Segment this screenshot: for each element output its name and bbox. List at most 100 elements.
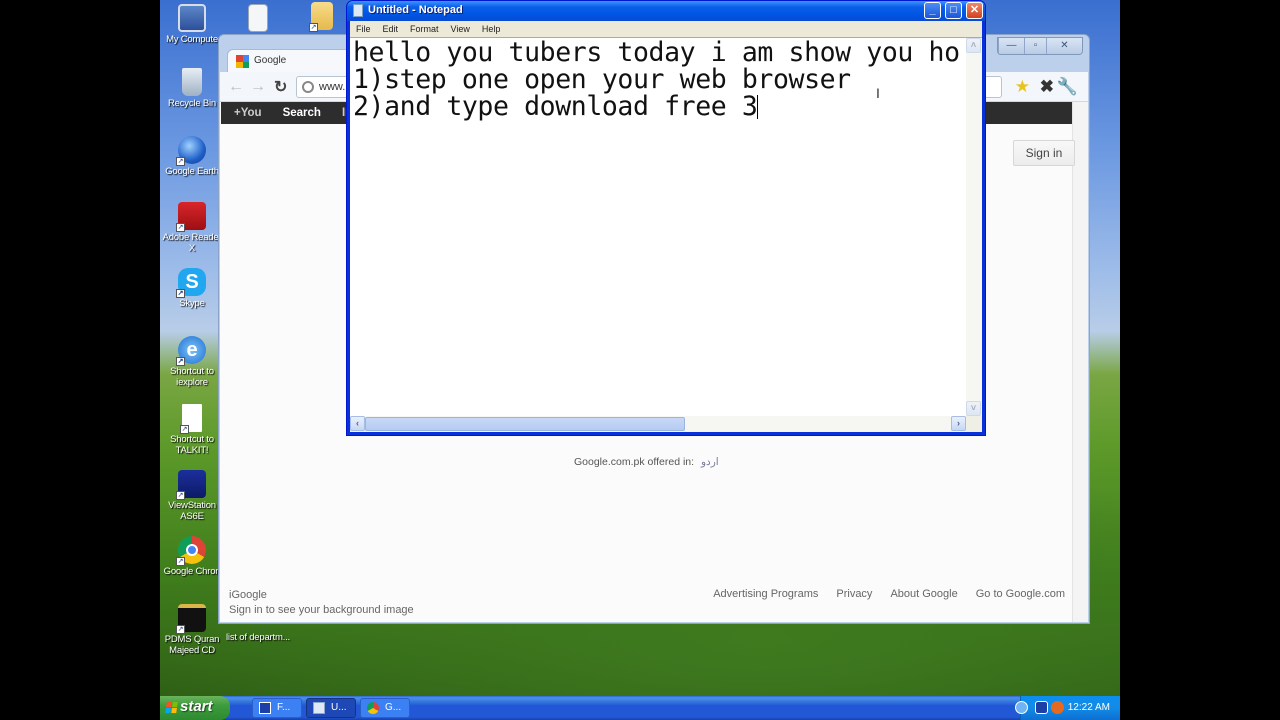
bookmark-star-icon[interactable]: ★ bbox=[1015, 77, 1030, 97]
desktop-icon-recycle-bin[interactable]: Recycle Bin bbox=[160, 68, 224, 109]
offered-in-label: Google.com.pk offered in: bbox=[574, 456, 695, 468]
horizontal-scrollbar[interactable]: ‹ › bbox=[350, 416, 966, 432]
footer-links: Advertising Programs Privacy About Googl… bbox=[713, 588, 1065, 600]
maximize-button[interactable]: □ bbox=[945, 2, 962, 19]
notepad-window: Untitled - Notepad _ □ ✕ File Edit Forma… bbox=[346, 0, 986, 436]
scroll-up-button[interactable]: ˄ bbox=[966, 38, 981, 53]
forward-button[interactable]: → bbox=[250, 78, 266, 96]
internet-explorer-icon: e ↗ bbox=[176, 336, 206, 366]
desktop-icon-word-doc[interactable] bbox=[226, 4, 290, 34]
vertical-scrollbar[interactable]: ˄ ˅ bbox=[966, 38, 982, 416]
chrome-close-button[interactable]: ✕ bbox=[1046, 38, 1082, 54]
system-tray: 12:22 AM bbox=[1015, 696, 1120, 720]
my-computer-icon bbox=[178, 4, 206, 32]
scroll-left-button[interactable]: ‹ bbox=[350, 416, 365, 431]
tray-notification-icon[interactable] bbox=[1051, 701, 1064, 714]
chrome-minimize-button[interactable]: — bbox=[998, 38, 1024, 54]
browser-vertical-scrollbar[interactable] bbox=[1072, 102, 1088, 622]
taskbar-button-chrome[interactable]: G... bbox=[360, 698, 410, 718]
document-icon: ↗ bbox=[180, 404, 202, 434]
desktop-icon-adobe-reader[interactable]: ↗ Adobe Reader X bbox=[160, 202, 224, 254]
language-link-urdu[interactable]: اردو bbox=[701, 456, 719, 468]
menu-edit[interactable]: Edit bbox=[377, 24, 405, 34]
menu-file[interactable]: File bbox=[350, 24, 377, 34]
editor-text[interactable]: hello you tubers today i am show you ho 1… bbox=[353, 39, 964, 120]
chrome-icon: ↗ bbox=[176, 536, 206, 566]
scanner-icon: ↗ bbox=[176, 470, 206, 500]
desktop-icon-label: ViewStation AS6E bbox=[168, 500, 216, 522]
footer-link-google-com[interactable]: Go to Google.com bbox=[976, 588, 1065, 600]
text-caret bbox=[757, 95, 759, 119]
windows-logo-icon bbox=[165, 702, 178, 713]
text-line: hello you tubers today i am show you ho bbox=[353, 37, 960, 68]
taskbar-button-notepad[interactable]: U... bbox=[306, 698, 356, 718]
google-favicon-icon bbox=[236, 55, 249, 68]
notepad-titlebar[interactable]: Untitled - Notepad _ □ ✕ bbox=[347, 1, 985, 21]
footer-link-privacy[interactable]: Privacy bbox=[836, 588, 872, 600]
tray-app-icon[interactable] bbox=[1035, 701, 1048, 714]
desktop-icon-talkit[interactable]: ↗ Shortcut to TALKIT! bbox=[160, 404, 224, 456]
taskbar-label: F... bbox=[277, 702, 291, 713]
taskbar: start F... U... G... 12:22 AM bbox=[160, 696, 1120, 720]
desktop: My Compute ↗ Recycle Bin ↗ Google Earth … bbox=[160, 0, 1120, 720]
desktop-icon-iexplore[interactable]: e ↗ Shortcut to iexplore bbox=[160, 336, 224, 388]
scroll-right-button[interactable]: › bbox=[951, 416, 966, 431]
chrome-restore-button[interactable]: ▫ bbox=[1024, 38, 1046, 54]
scroll-down-button[interactable]: ˅ bbox=[966, 401, 981, 416]
chrome-caption-buttons: — ▫ ✕ bbox=[997, 37, 1083, 55]
tab-title: Google bbox=[254, 55, 287, 66]
gbar-link-plus-you[interactable]: +You bbox=[221, 107, 270, 119]
start-button[interactable]: start bbox=[160, 696, 230, 720]
tray-expand-icon[interactable] bbox=[1015, 701, 1028, 714]
document-icon bbox=[248, 4, 268, 32]
text-line: 2)and type download free 3 bbox=[353, 91, 758, 122]
gbar-link-search[interactable]: Search bbox=[270, 107, 329, 119]
desktop-icon-folder[interactable]: ↗ bbox=[290, 2, 354, 32]
notepad-icon bbox=[313, 702, 325, 714]
globe-icon bbox=[302, 81, 314, 93]
desktop-icon-label: Adobe Reader X bbox=[162, 232, 222, 254]
footer-link-about[interactable]: About Google bbox=[890, 588, 957, 600]
mouse-cursor-ibeam: I bbox=[876, 85, 880, 101]
sign-in-button[interactable]: Sign in bbox=[1013, 140, 1075, 166]
footer-link-advertising[interactable]: Advertising Programs bbox=[713, 588, 818, 600]
desktop-icon-viewstation[interactable]: ↗ ViewStation AS6E bbox=[160, 470, 224, 522]
folder-icon: ↗ bbox=[309, 2, 333, 32]
menu-bar: File Edit Format View Help bbox=[350, 21, 982, 37]
text-line: 1)step one open your web browser bbox=[353, 64, 851, 95]
desktop-icon-pdms-quran[interactable]: ↗ PDMS Quran Majeed CD bbox=[160, 604, 224, 656]
resize-grip[interactable] bbox=[966, 416, 982, 432]
desktop-icon-google-earth[interactable]: ↗ Google Earth bbox=[160, 136, 224, 177]
desktop-icon-google-chrome[interactable]: ↗ Google Chron bbox=[160, 536, 224, 577]
stop-icon[interactable]: ✖ bbox=[1040, 77, 1054, 97]
menu-help[interactable]: Help bbox=[476, 24, 507, 34]
back-button[interactable]: ← bbox=[228, 78, 244, 96]
desktop-icon-skype[interactable]: S ↗ Skype bbox=[160, 268, 224, 309]
address-bar-text: www. bbox=[319, 81, 346, 93]
horizontal-scroll-thumb[interactable] bbox=[365, 417, 685, 431]
close-button[interactable]: ✕ bbox=[966, 2, 983, 19]
text-editor[interactable]: hello you tubers today i am show you ho 1… bbox=[350, 37, 982, 432]
desktop-icon-label: Shortcut to iexplore bbox=[170, 366, 214, 388]
chrome-icon bbox=[367, 702, 379, 714]
taskbar-button-app[interactable]: F... bbox=[252, 698, 302, 718]
desktop-icon-label: Skype bbox=[179, 298, 205, 309]
desktop-icon-label: PDMS Quran Majeed CD bbox=[164, 634, 220, 656]
desktop-icon-label: Google Chron bbox=[163, 566, 221, 577]
taskbar-label: U... bbox=[331, 702, 347, 713]
igoogle-footer: iGoogle Sign in to see your background i… bbox=[229, 588, 414, 618]
reload-button[interactable]: ↻ bbox=[274, 77, 287, 97]
igoogle-link[interactable]: iGoogle bbox=[229, 588, 414, 603]
desktop-icon-list-of-departments[interactable]: list of departm... bbox=[226, 632, 290, 643]
menu-format[interactable]: Format bbox=[404, 24, 445, 34]
app-window-icon bbox=[259, 702, 271, 714]
skype-icon: S ↗ bbox=[176, 268, 206, 298]
clock[interactable]: 12:22 AM bbox=[1068, 702, 1110, 713]
adobe-reader-icon: ↗ bbox=[176, 202, 206, 232]
menu-view[interactable]: View bbox=[445, 24, 476, 34]
wrench-icon[interactable]: 🔧 bbox=[1057, 77, 1078, 97]
desktop-icon-my-computer[interactable]: My Compute bbox=[160, 4, 224, 45]
background-image-link[interactable]: Sign in to see your background image bbox=[229, 603, 414, 618]
minimize-button[interactable]: _ bbox=[924, 2, 941, 19]
desktop-icon-label: Shortcut to TALKIT! bbox=[170, 434, 214, 456]
